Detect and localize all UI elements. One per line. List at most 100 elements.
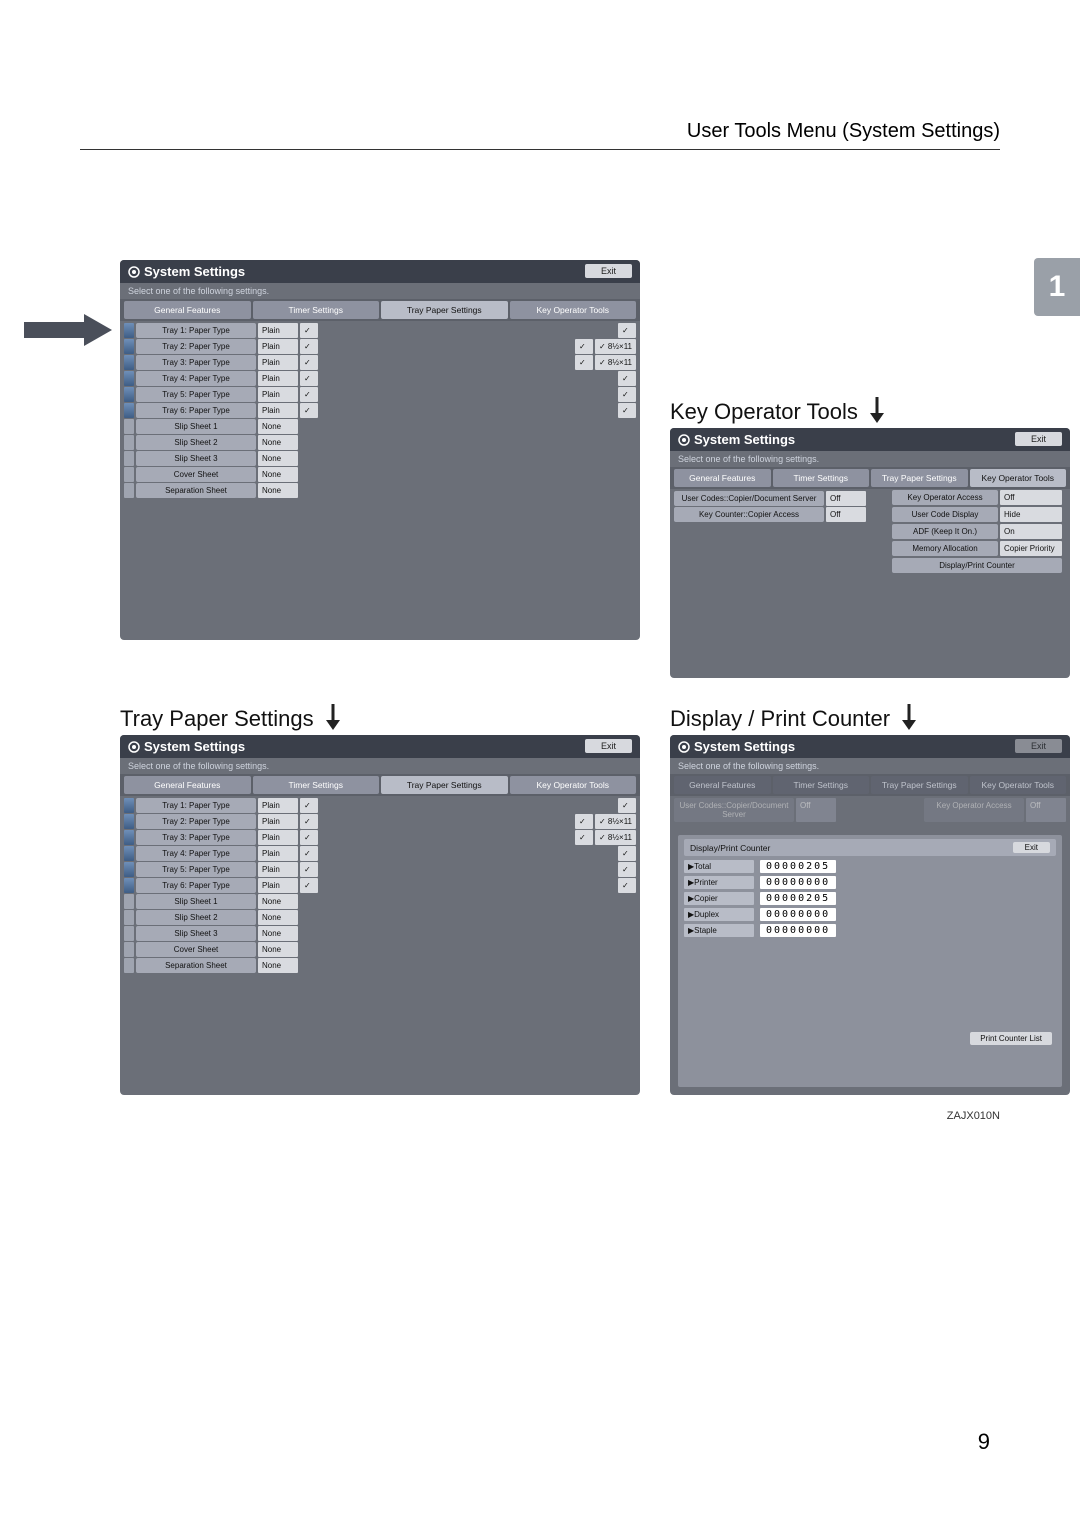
check-icon: ✓ xyxy=(618,862,636,877)
tab-tray[interactable]: Tray Paper Settings xyxy=(871,469,968,487)
gear-icon xyxy=(678,741,690,753)
row-value: Off xyxy=(1026,798,1066,822)
tray-row: Cover SheetNone xyxy=(124,467,636,482)
counter-row: ▶Printer00000000 xyxy=(684,876,1056,889)
row-label[interactable]: Slip Sheet 3 xyxy=(136,926,256,941)
row-label[interactable]: Tray 3: Paper Type xyxy=(136,355,256,370)
tab-keyop[interactable]: Key Operator Tools xyxy=(510,776,637,794)
indicator-icon xyxy=(124,339,134,354)
row-label[interactable]: User Code Display xyxy=(892,507,998,522)
exit-button[interactable]: Exit xyxy=(585,264,632,278)
indicator-icon xyxy=(124,878,134,893)
image-code: ZAJX010N xyxy=(947,1110,1000,1122)
counter-title: Display/Print Counter xyxy=(690,843,770,853)
paper-size: ✓ 8½×11 xyxy=(595,814,636,829)
tab-general[interactable]: General Features xyxy=(674,469,771,487)
row-label[interactable]: Memory Allocation xyxy=(892,541,998,556)
row-label[interactable]: Slip Sheet 1 xyxy=(136,419,256,434)
row-label[interactable]: Tray 5: Paper Type xyxy=(136,862,256,877)
row-value: Plain xyxy=(258,878,298,893)
page-header: User Tools Menu (System Settings) xyxy=(80,120,1000,150)
row-label[interactable]: Key Counter::Copier Access xyxy=(674,507,824,522)
exit-button[interactable]: Exit xyxy=(585,739,632,753)
tray-row: Tray 2: Paper TypePlain✓✓✓ 8½×11 xyxy=(124,339,636,354)
row-value: Plain xyxy=(258,387,298,402)
tray-row: Tray 2: Paper TypePlain✓✓✓ 8½×11 xyxy=(124,814,636,829)
row-label[interactable]: Tray 1: Paper Type xyxy=(136,798,256,813)
print-counter-list-button[interactable]: Print Counter List xyxy=(970,1032,1052,1045)
indicator-icon xyxy=(124,862,134,877)
arrow-down-icon xyxy=(864,395,890,431)
row-value: None xyxy=(258,435,298,450)
row-label[interactable]: Slip Sheet 2 xyxy=(136,910,256,925)
counter-label: ▶Copier xyxy=(684,892,754,905)
counter-value: 00000000 xyxy=(760,908,836,921)
row-label[interactable]: Tray 5: Paper Type xyxy=(136,387,256,402)
check-icon: ✓ xyxy=(575,355,593,370)
row-label[interactable]: Tray 3: Paper Type xyxy=(136,830,256,845)
row-label[interactable]: Tray 6: Paper Type xyxy=(136,878,256,893)
counter-box: Display/Print Counter Exit ▶Total0000020… xyxy=(678,835,1062,1087)
panel-subtitle: Select one of the following settings. xyxy=(120,283,640,299)
tab-timer[interactable]: Timer Settings xyxy=(253,776,380,794)
row-label[interactable]: Tray 4: Paper Type xyxy=(136,846,256,861)
tray-row: Slip Sheet 2None xyxy=(124,435,636,450)
tab-general[interactable]: General Features xyxy=(124,776,251,794)
exit-button[interactable]: Exit xyxy=(1015,432,1062,446)
row-value: None xyxy=(258,926,298,941)
row-label[interactable]: Slip Sheet 3 xyxy=(136,451,256,466)
indicator-icon xyxy=(124,403,134,418)
tray-row: Slip Sheet 2None xyxy=(124,910,636,925)
row-label[interactable]: Tray 2: Paper Type xyxy=(136,339,256,354)
row-label[interactable]: Slip Sheet 1 xyxy=(136,894,256,909)
check-icon: ✓ xyxy=(300,339,318,354)
tab-tray[interactable]: Tray Paper Settings xyxy=(381,776,508,794)
tray-row: Tray 1: Paper TypePlain✓✓ xyxy=(124,798,636,813)
counter-value: 00000000 xyxy=(760,876,836,889)
counter-row: ▶Total00000205 xyxy=(684,860,1056,873)
tab-timer[interactable]: Timer Settings xyxy=(773,469,870,487)
row-value: None xyxy=(258,483,298,498)
row-label[interactable]: Tray 2: Paper Type xyxy=(136,814,256,829)
tray-row: Slip Sheet 3None xyxy=(124,926,636,941)
indicator-icon xyxy=(124,894,134,909)
row-label[interactable]: Separation Sheet xyxy=(136,483,256,498)
row-value: Copier Priority xyxy=(1000,541,1062,556)
row-label[interactable]: Display/Print Counter xyxy=(892,558,1062,573)
counter-value: 00000205 xyxy=(760,860,836,873)
panel-keyop: System Settings Exit Select one of the f… xyxy=(670,428,1070,678)
row-value: Plain xyxy=(258,830,298,845)
row-label[interactable]: Slip Sheet 2 xyxy=(136,435,256,450)
row-value: None xyxy=(258,910,298,925)
row-label: User Codes::Copier/Document Server xyxy=(674,798,794,822)
indicator-icon xyxy=(124,798,134,813)
tab-keyop[interactable]: Key Operator Tools xyxy=(510,301,637,319)
row-label[interactable]: Tray 1: Paper Type xyxy=(136,323,256,338)
indicator-icon xyxy=(124,830,134,845)
row-label: Key Operator Access xyxy=(924,798,1024,822)
row-value: Hide xyxy=(1000,507,1062,522)
tab-general[interactable]: General Features xyxy=(124,301,251,319)
indicator-icon xyxy=(124,958,134,973)
row-label[interactable]: ADF (Keep It On.) xyxy=(892,524,998,539)
tab-keyop[interactable]: Key Operator Tools xyxy=(970,469,1067,487)
keyop-row: Display/Print Counter xyxy=(892,558,1062,573)
tray-row: Tray 6: Paper TypePlain✓✓ xyxy=(124,403,636,418)
row-label[interactable]: User Codes::Copier/Document Server xyxy=(674,491,824,506)
row-label[interactable]: Separation Sheet xyxy=(136,958,256,973)
tray-rows: Tray 1: Paper TypePlain✓✓Tray 2: Paper T… xyxy=(120,796,640,976)
counter-exit-button[interactable]: Exit xyxy=(1013,842,1050,853)
row-label[interactable]: Tray 6: Paper Type xyxy=(136,403,256,418)
indicator-icon xyxy=(124,355,134,370)
panel-subtitle: Select one of the following settings. xyxy=(670,758,1070,774)
tab-tray[interactable]: Tray Paper Settings xyxy=(381,301,508,319)
tab-timer[interactable]: Timer Settings xyxy=(253,301,380,319)
panel-subtitle: Select one of the following settings. xyxy=(120,758,640,774)
row-label[interactable]: Cover Sheet xyxy=(136,942,256,957)
row-label[interactable]: Cover Sheet xyxy=(136,467,256,482)
row-label[interactable]: Key Operator Access xyxy=(892,490,998,505)
tray-row: Tray 3: Paper TypePlain✓✓✓ 8½×11 xyxy=(124,355,636,370)
indicator-icon xyxy=(124,435,134,450)
panel-tray-bottom: System Settings Exit Select one of the f… xyxy=(120,735,640,1095)
row-label[interactable]: Tray 4: Paper Type xyxy=(136,371,256,386)
